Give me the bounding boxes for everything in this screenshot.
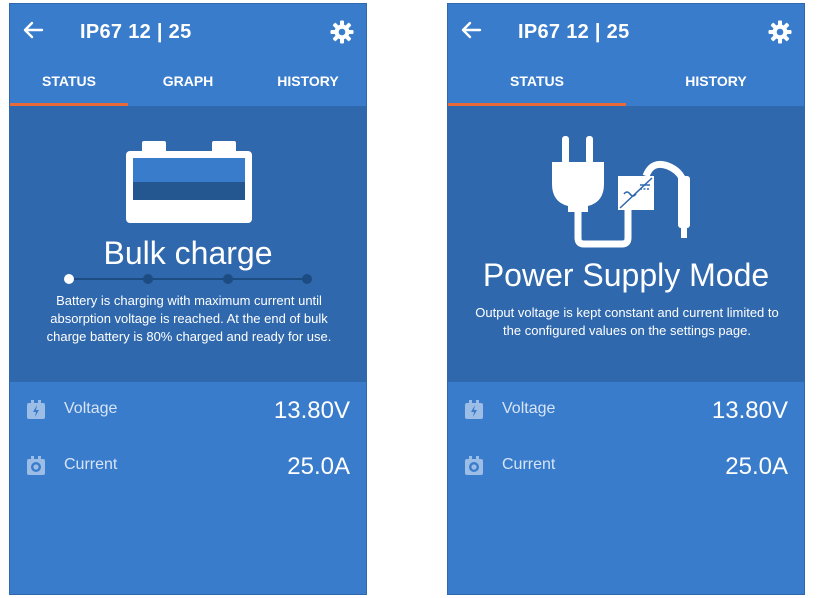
charge-state-title: Bulk charge [103, 235, 273, 271]
current-icon [465, 456, 483, 475]
status-hero: Bulk charge Battery is charging with max… [10, 106, 366, 382]
stage-dot-absorption [143, 274, 153, 284]
tab-status[interactable]: STATUS [10, 66, 128, 106]
current-label: Current [64, 456, 118, 473]
mode-description: Output voltage is kept constant and curr… [475, 305, 779, 338]
tab-graph-label: GRAPH [162, 73, 214, 89]
voltage-value: 13.80V [273, 397, 350, 424]
device-title: IP67 12 | 25 [80, 21, 192, 43]
status-hero: Power Supply Mode Output voltage is kept… [448, 106, 804, 382]
back-arrow-icon[interactable] [22, 19, 44, 41]
voltage-label: Voltage [64, 400, 118, 417]
voltage-value: 13.80V [711, 397, 788, 424]
tab-status[interactable]: STATUS [448, 66, 626, 106]
mode-title: Power Supply Mode [482, 257, 770, 293]
current-value: 25.0A [725, 453, 788, 480]
stage-dot-storage [302, 274, 312, 284]
app-header: IP67 12 | 25 STATUS GRAPH HISTORY [10, 4, 366, 106]
current-value: 25.0A [287, 453, 350, 480]
tab-history-label: HISTORY [277, 73, 339, 89]
gear-icon[interactable] [768, 20, 792, 44]
charge-stage-indicator [64, 274, 312, 284]
voltage-label: Voltage [502, 400, 556, 417]
stage-dot-bulk [64, 274, 74, 284]
tab-history[interactable]: HISTORY [248, 66, 366, 106]
charge-state-description: Battery is charging with maximum current… [46, 293, 332, 344]
battery-icon [126, 141, 252, 223]
phone-screen-power-supply: IP67 12 | 25 STATUS HISTORY Power Supply… [447, 3, 805, 595]
tab-history[interactable]: HISTORY [626, 66, 804, 106]
tab-history-label: HISTORY [685, 73, 747, 89]
phone-screen-bulk-charge: IP67 12 | 25 STATUS GRAPH HISTORY Bulk c… [9, 3, 367, 595]
gear-icon[interactable] [330, 20, 354, 44]
stage-dot-float [223, 274, 233, 284]
tab-status-label: STATUS [42, 73, 96, 89]
device-title: IP67 12 | 25 [518, 21, 630, 43]
power-supply-icon [552, 136, 690, 248]
app-header: IP67 12 | 25 STATUS HISTORY [448, 4, 804, 106]
tab-graph[interactable]: GRAPH [128, 66, 248, 106]
current-icon [27, 456, 45, 475]
tab-status-label: STATUS [510, 73, 564, 89]
current-label: Current [502, 456, 556, 473]
back-arrow-icon[interactable] [460, 19, 482, 41]
voltage-icon [27, 400, 45, 419]
voltage-icon [465, 400, 483, 419]
